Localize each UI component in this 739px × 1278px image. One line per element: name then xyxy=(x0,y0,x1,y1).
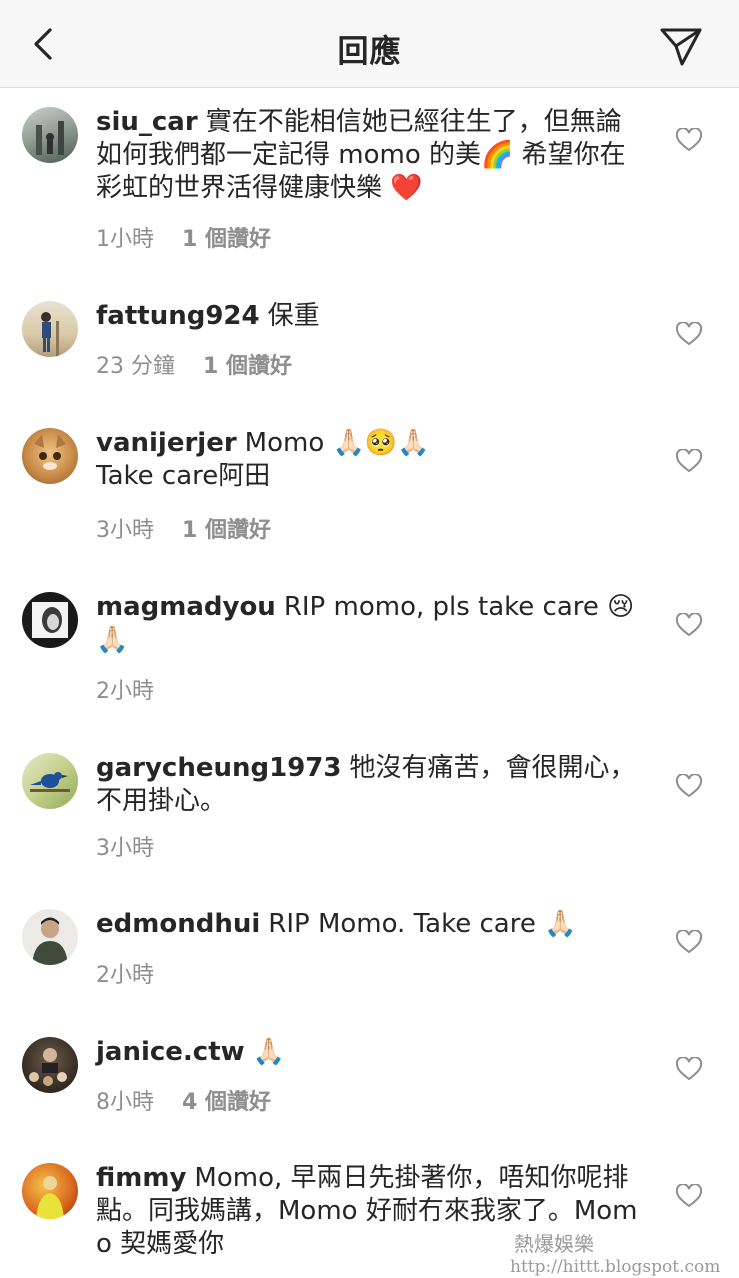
comment-text: Momo 🙏🏻🥺🙏🏻 xyxy=(244,428,430,458)
comment-likes[interactable]: 1 個讚好 xyxy=(182,518,271,543)
avatar[interactable] xyxy=(22,753,78,809)
comment-text-line2: Take care阿田 xyxy=(96,461,271,491)
comment-text: RIP Momo. Take care 🙏🏻 xyxy=(268,909,577,939)
comment-body: janice.ctw 🙏🏻 xyxy=(96,1036,641,1069)
avatar[interactable] xyxy=(22,1163,78,1219)
avatar[interactable] xyxy=(22,592,78,648)
comment-likes[interactable]: 4 個讚好 xyxy=(182,1090,271,1115)
watermark: 熱爆娛樂 http://hittt.blogspot.com xyxy=(510,1228,735,1277)
comment-time: 2小時 xyxy=(96,963,154,988)
page-title: 回應 xyxy=(337,34,402,70)
avatar[interactable] xyxy=(22,1037,78,1093)
comment-username[interactable]: fimmy xyxy=(96,1163,186,1193)
top-bar: 回應 xyxy=(0,0,739,88)
comment-username[interactable]: siu_car xyxy=(96,107,198,137)
comment-time: 8小時 xyxy=(96,1090,154,1115)
comment-body: vanijerjer Momo 🙏🏻🥺🙏🏻 Take care阿田 xyxy=(96,427,641,493)
comment-likes[interactable]: 1 個讚好 xyxy=(203,354,292,379)
avatar[interactable] xyxy=(22,301,78,357)
comment-meta: 1小時 1 個讚好 xyxy=(96,221,271,253)
heart-icon[interactable] xyxy=(676,774,702,798)
comment-time: 2小時 xyxy=(96,679,154,704)
heart-icon[interactable] xyxy=(676,128,702,152)
comment-body: siu_car 實在不能相信她已經往生了，但無論如何我們都一定記得 momo 的美… xyxy=(96,106,641,205)
comment-meta: 23 分鐘 1 個讚好 xyxy=(96,348,292,380)
heart-icon[interactable] xyxy=(676,449,702,473)
comment-body: garycheung1973 牠沒有痛苦，會很開心，不用掛心。 xyxy=(96,752,641,818)
comment-text: 保重 xyxy=(267,301,320,331)
comment-time: 3小時 xyxy=(96,518,154,543)
comment-meta: 2小時 xyxy=(96,957,154,989)
paper-plane-icon xyxy=(660,28,702,66)
comment-username[interactable]: garycheung1973 xyxy=(96,753,341,783)
comment-body: fattung924 保重 xyxy=(96,300,641,333)
avatar[interactable] xyxy=(22,909,78,965)
comment-meta: 3小時 1 個讚好 xyxy=(96,512,271,544)
watermark-url: http://hittt.blogspot.com xyxy=(510,1257,721,1277)
comment-body: magmadyou RIP momo, pls take care 😢🙏🏻 xyxy=(96,591,641,657)
share-button[interactable] xyxy=(658,24,704,68)
heart-icon[interactable] xyxy=(676,1184,702,1208)
watermark-title: 熱爆娛樂 xyxy=(514,1232,594,1256)
comment-meta: 3小時 xyxy=(96,830,154,862)
comment-username[interactable]: vanijerjer xyxy=(96,428,237,458)
comment-text: 🙏🏻 xyxy=(252,1037,286,1067)
comment-time: 23 分鐘 xyxy=(96,354,175,379)
avatar[interactable] xyxy=(22,428,78,484)
comment-likes[interactable]: 1 個讚好 xyxy=(182,227,271,252)
comment-username[interactable]: edmondhui xyxy=(96,909,260,939)
avatar[interactable] xyxy=(22,107,78,163)
comment-username[interactable]: fattung924 xyxy=(96,301,260,331)
comment-time: 3小時 xyxy=(96,836,154,861)
comment-body: edmondhui RIP Momo. Take care 🙏🏻 xyxy=(96,908,641,941)
heart-icon[interactable] xyxy=(676,1057,702,1081)
comment-time: 1小時 xyxy=(96,227,154,252)
heart-icon[interactable] xyxy=(676,322,702,346)
comment-meta: 2小時 xyxy=(96,673,154,705)
comment-meta: 8小時 4 個讚好 xyxy=(96,1084,271,1116)
comment-username[interactable]: janice.ctw xyxy=(96,1037,245,1067)
heart-icon[interactable] xyxy=(676,613,702,637)
comment-username[interactable]: magmadyou xyxy=(96,592,276,622)
heart-icon[interactable] xyxy=(676,930,702,954)
